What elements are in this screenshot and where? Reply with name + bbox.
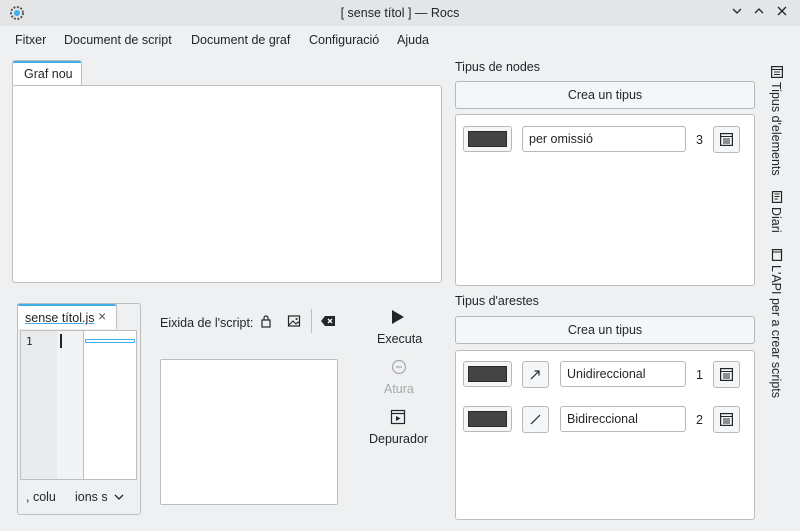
lock-icon[interactable] — [260, 314, 272, 328]
edge-types-heading: Tipus d'arestes — [455, 294, 539, 308]
node-type-name-field[interactable]: per omissió — [522, 126, 686, 152]
element-types-icon[interactable] — [771, 66, 783, 78]
edge-type-name-field[interactable]: Unidireccional — [560, 361, 686, 387]
create-edge-type-button[interactable]: Crea un tipus — [455, 316, 755, 344]
api-docs-icon[interactable] — [771, 249, 783, 261]
properties-icon — [720, 413, 734, 427]
edge-type-name-field[interactable]: Bidireccional — [560, 406, 686, 432]
menu-graph-document[interactable]: Document de graf — [191, 33, 290, 47]
node-type-properties-button[interactable] — [713, 126, 740, 153]
line-number: 1 — [26, 335, 33, 348]
edge-type-id: 1 — [696, 368, 703, 382]
menu-help[interactable]: Ajuda — [397, 33, 429, 47]
edge-type-color-button[interactable] — [463, 361, 512, 387]
side-tab-element-types[interactable]: Tipus d'elements — [769, 82, 783, 176]
debugger-icon[interactable] — [390, 409, 406, 425]
node-type-color-button[interactable] — [463, 126, 512, 152]
maximize-icon[interactable] — [750, 4, 768, 22]
node-types-heading: Tipus de nodes — [455, 60, 541, 74]
properties-icon — [720, 368, 734, 382]
edge-type-properties-button[interactable] — [713, 361, 740, 388]
close-tab-icon[interactable]: × — [98, 308, 106, 324]
stop-button: Atura — [384, 382, 414, 396]
stop-icon — [391, 359, 407, 375]
editor-status-position: , colu — [26, 490, 56, 504]
line-number-gutter: 1 — [21, 331, 57, 479]
edge-direction-button[interactable] — [522, 361, 549, 388]
code-folding-column — [57, 331, 83, 479]
tab-script-document[interactable]: sense títol.js × — [17, 303, 117, 329]
window-title: [ sense títol ] — Rocs — [340, 6, 460, 20]
chevron-down-icon[interactable] — [114, 493, 124, 501]
minimize-icon[interactable] — [728, 4, 746, 22]
clear-output-icon[interactable] — [320, 315, 336, 327]
minimap-separator — [83, 331, 84, 479]
tab-script-label: sense títol.js — [25, 311, 95, 325]
side-tab-journal[interactable]: Diari — [769, 207, 783, 233]
properties-icon — [720, 133, 734, 147]
side-tab-script-api[interactable]: L'API per a crear scripts — [769, 265, 783, 398]
edge-type-id: 2 — [696, 413, 703, 427]
editor-status-mode[interactable]: ions s — [75, 490, 108, 504]
graph-canvas[interactable] — [12, 85, 442, 283]
play-icon[interactable] — [390, 308, 406, 326]
title-bar: [ sense títol ] — Rocs — [0, 0, 800, 26]
create-node-type-button[interactable]: Crea un tipus — [455, 81, 755, 109]
menu-file[interactable]: Fitxer — [15, 33, 46, 47]
close-icon[interactable] — [773, 4, 791, 22]
menu-bar: Fitxer Document de script Document de gr… — [0, 26, 800, 54]
edge-direction-button[interactable] — [522, 406, 549, 433]
script-output-label: Eixida de l'script: — [160, 316, 254, 330]
edge-type-properties-button[interactable] — [713, 406, 740, 433]
tab-graph-document[interactable]: Graf nou — [12, 60, 82, 86]
script-output-area — [160, 359, 338, 505]
code-editor[interactable]: 1 — [20, 330, 137, 480]
node-type-id: 3 — [696, 133, 703, 147]
execute-button[interactable]: Executa — [377, 332, 422, 346]
arrow-icon — [530, 370, 540, 380]
line-icon — [530, 414, 541, 425]
image-icon[interactable] — [287, 314, 301, 328]
menu-settings[interactable]: Configuració — [309, 33, 379, 47]
toolbar-separator — [311, 309, 312, 333]
edge-type-color-button[interactable] — [463, 406, 512, 432]
menu-script-document[interactable]: Document de script — [64, 33, 172, 47]
tab-graph-label: Graf nou — [24, 67, 73, 81]
debugger-button[interactable]: Depurador — [369, 432, 428, 446]
minimap[interactable] — [85, 339, 135, 343]
journal-icon[interactable] — [771, 191, 783, 203]
text-cursor — [60, 334, 62, 348]
